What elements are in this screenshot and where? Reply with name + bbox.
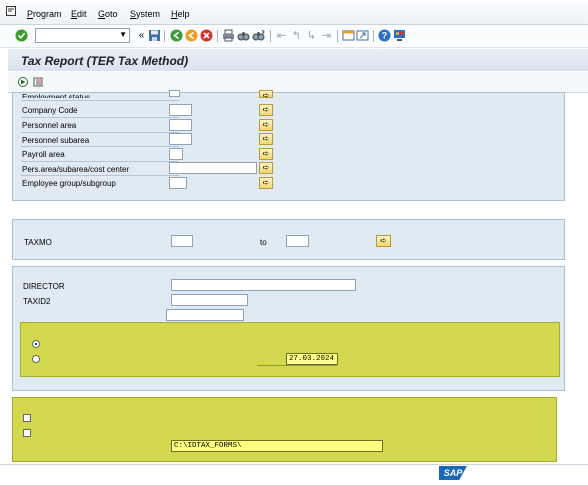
print-icon[interactable] [222, 29, 235, 42]
page-title: Tax Report (TER Tax Method) [21, 54, 189, 68]
taxmo-to-input[interactable] [286, 235, 309, 247]
payroll-area-label: Payroll area [22, 150, 65, 159]
last-page-icon[interactable]: ⇥ [320, 29, 333, 42]
first-page-icon[interactable]: ⇤ [275, 29, 288, 42]
enter-icon[interactable] [15, 29, 28, 42]
director-label: DIRECTOR [23, 282, 65, 291]
prev-page-icon[interactable]: ↰ [290, 29, 303, 42]
option-radio-1[interactable] [32, 340, 40, 348]
menu-program[interactable]: Program [27, 9, 62, 19]
employee-group-input[interactable] [169, 177, 187, 189]
next-page-icon[interactable]: ↳ [305, 29, 318, 42]
taxmo-label: TAXMO [24, 238, 52, 247]
employment-status-label: Employment status [22, 93, 91, 98]
sap-logo: SAP [439, 466, 467, 480]
command-dropdown-icon[interactable]: ▼ [119, 30, 127, 39]
cancel-icon[interactable] [200, 29, 213, 42]
employment-status-input[interactable] [169, 90, 180, 97]
taxmo-panel: TAXMO to ➪ [12, 219, 565, 260]
standard-toolbar: ▼ « ⇤ ↰ ↳ ⇥ ? [0, 25, 588, 48]
company-code-label: Company Code [22, 106, 78, 115]
menu-goto[interactable]: Goto [98, 9, 118, 19]
taxid2-input[interactable] [171, 294, 248, 306]
new-session-icon[interactable] [342, 29, 355, 42]
option-checkbox-1[interactable] [23, 414, 31, 422]
execute-icon[interactable] [18, 77, 28, 87]
unlabeled-input[interactable] [166, 309, 244, 321]
variant-icon[interactable] [33, 77, 43, 87]
employee-group-label: Employee group/subgroup [22, 179, 116, 188]
back-icon[interactable] [170, 29, 183, 42]
system-menu-icon[interactable] [6, 6, 16, 16]
director-input[interactable] [171, 279, 356, 291]
option-checkbox-2[interactable] [23, 429, 31, 437]
save-icon[interactable] [148, 29, 161, 42]
output-path-input[interactable]: C:\IDTAX_FORMS\ [171, 440, 383, 452]
help-icon[interactable]: ? [378, 29, 391, 42]
personnel-subarea-label: Personnel subarea [22, 136, 90, 145]
selection-panel: Employment status ➪ Company Code ➪ Perso… [12, 90, 565, 201]
option-radio-2[interactable] [32, 355, 40, 363]
taxmo-from-input[interactable] [171, 235, 193, 247]
find-next-icon[interactable] [252, 29, 265, 42]
find-icon[interactable] [237, 29, 250, 42]
rewind-icon[interactable]: « [135, 29, 148, 42]
pers-area-cost-center-multiple-button[interactable]: ➪ [259, 162, 273, 174]
title-bar: Tax Report (TER Tax Method) [8, 49, 588, 71]
employee-group-multiple-button[interactable]: ➪ [259, 177, 273, 189]
director-panel: DIRECTOR TAXID2 27.03.2024 [12, 266, 565, 391]
company-code-input[interactable] [169, 104, 192, 116]
personnel-area-input[interactable] [169, 119, 192, 131]
taxmo-to-label: to [260, 238, 267, 247]
exit-icon[interactable] [185, 29, 198, 42]
payroll-area-multiple-button[interactable]: ➪ [259, 148, 273, 160]
payroll-area-input[interactable] [169, 148, 183, 160]
menu-system[interactable]: System [130, 9, 160, 19]
taxmo-multiple-button[interactable]: ➪ [376, 235, 391, 247]
application-toolbar [8, 72, 588, 93]
shortcut-icon[interactable] [356, 29, 369, 42]
menu-edit[interactable]: Edit [71, 9, 87, 19]
company-code-multiple-button[interactable]: ➪ [259, 104, 273, 116]
customize-layout-icon[interactable] [393, 29, 406, 42]
output-options-section: C:\IDTAX_FORMS\ [12, 397, 557, 462]
command-field[interactable]: ▼ [35, 28, 130, 43]
employment-status-multiple-button[interactable]: ➪ [259, 90, 273, 100]
taxid2-label: TAXID2 [23, 297, 51, 306]
date-input[interactable]: 27.03.2024 [286, 353, 338, 365]
personnel-subarea-multiple-button[interactable]: ➪ [259, 133, 273, 145]
pers-area-cost-center-label: Pers.area/subarea/cost center [22, 165, 130, 174]
menu-help[interactable]: Help [171, 9, 190, 19]
pers-area-cost-center-input[interactable] [169, 162, 257, 174]
date-option-section: 27.03.2024 [20, 322, 560, 377]
svg-text:?: ? [382, 31, 388, 41]
personnel-subarea-input[interactable] [169, 133, 192, 145]
personnel-area-label: Personnel area [22, 121, 77, 130]
menu-bar: Program Edit Goto System Help [0, 0, 588, 25]
personnel-area-multiple-button[interactable]: ➪ [259, 119, 273, 131]
